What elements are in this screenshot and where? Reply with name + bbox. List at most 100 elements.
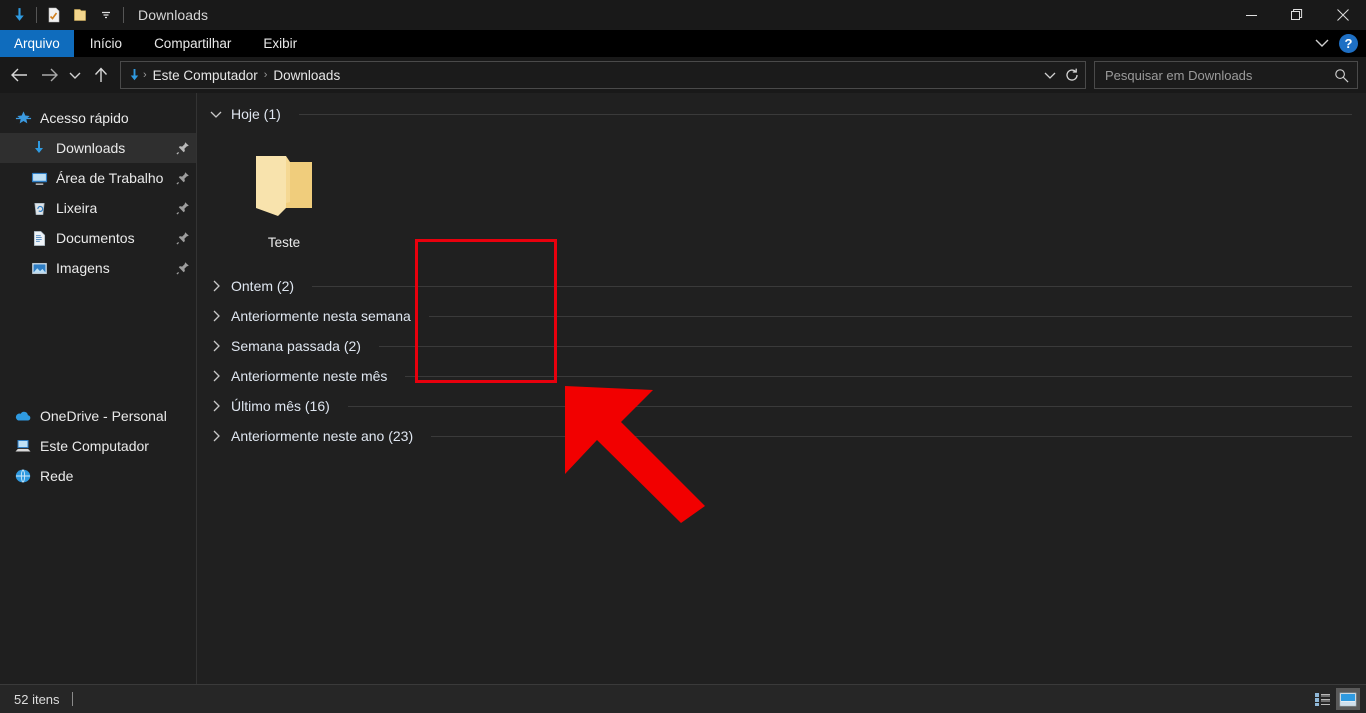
group-title: Semana passada (2) (231, 338, 361, 354)
group-title: Anteriormente neste ano (23) (231, 428, 414, 444)
group-rule (431, 435, 1352, 437)
group-header-ultimo-mes[interactable]: Último mês (16) (197, 391, 1366, 421)
details-view-button[interactable] (1310, 688, 1334, 710)
navigation-pane: Acesso rápido Downloads Área de Trabalho… (0, 93, 196, 684)
sidebar-label-onedrive: OneDrive - Personal (40, 408, 167, 424)
downloads-folder-icon[interactable] (6, 2, 32, 28)
group-header-semana-passada[interactable]: Semana passada (2) (197, 331, 1366, 361)
onedrive-cloud-icon (14, 407, 32, 425)
address-history-chevron-icon[interactable] (1039, 63, 1061, 87)
pin-icon[interactable] (176, 201, 190, 215)
sidebar-item-documentos[interactable]: Documentos (0, 223, 196, 253)
sidebar-label-lixeira: Lixeira (56, 200, 98, 216)
group-title: Último mês (16) (231, 398, 330, 414)
qat-separator-2 (123, 7, 124, 23)
quick-access-toolbar (0, 0, 128, 30)
tab-compartilhar[interactable]: Compartilhar (138, 30, 247, 57)
qat-separator (36, 7, 37, 23)
sidebar-root-items: OneDrive - Personal Este Computador Rede (0, 401, 196, 491)
file-item-teste[interactable]: Teste (215, 133, 353, 271)
item-count-label: 52 itens (14, 691, 60, 707)
search-input[interactable] (1103, 66, 1330, 84)
group-rule (378, 345, 1352, 347)
group-title: Hoje (1) (231, 106, 281, 122)
group-rule (347, 405, 1352, 407)
chevron-right-icon[interactable] (209, 399, 223, 413)
ribbon-tab-bar: Arquivo Início Compartilhar Exibir ? (0, 30, 1366, 57)
pin-icon[interactable] (176, 171, 190, 185)
address-bar-actions (1039, 63, 1083, 87)
sidebar-label-imagens: Imagens (56, 260, 110, 276)
sidebar-item-imagens[interactable]: Imagens (0, 253, 196, 283)
properties-icon[interactable] (41, 2, 67, 28)
group-header-ontem[interactable]: Ontem (2) (197, 271, 1366, 301)
view-mode-buttons (1310, 688, 1360, 710)
sidebar-label-rede: Rede (40, 468, 74, 484)
group-header-anteriormente-neste-ano[interactable]: Anteriormente neste ano (23) (197, 421, 1366, 451)
window-title: Downloads (138, 7, 209, 23)
sidebar-item-rede[interactable]: Rede (0, 461, 196, 491)
breadcrumb-downloads[interactable]: Downloads (268, 68, 345, 83)
refresh-icon[interactable] (1061, 63, 1083, 87)
search-icon[interactable] (1330, 68, 1353, 83)
chevron-down-icon[interactable] (209, 107, 223, 121)
help-icon[interactable]: ? (1339, 34, 1358, 53)
group-title: Anteriormente neste mês (231, 368, 388, 384)
explorer-body: Acesso rápido Downloads Área de Trabalho… (0, 93, 1366, 684)
minimize-button[interactable] (1228, 0, 1274, 30)
tab-inicio[interactable]: Início (74, 30, 138, 57)
chevron-right-icon[interactable] (209, 279, 223, 293)
sidebar-item-lixeira[interactable]: Lixeira (0, 193, 196, 223)
search-box[interactable] (1094, 61, 1358, 89)
large-icons-view-button[interactable] (1336, 688, 1360, 710)
status-separator (71, 692, 73, 706)
close-button[interactable] (1320, 0, 1366, 30)
group-title: Ontem (2) (231, 278, 295, 294)
this-pc-icon (14, 437, 32, 455)
ribbon-right-controls: ? (1315, 30, 1366, 57)
tab-exibir[interactable]: Exibir (247, 30, 313, 57)
status-bar: 52 itens (0, 684, 1366, 713)
group-header-anteriormente-nesta-semana[interactable]: Anteriormente nesta semana (197, 301, 1366, 331)
address-download-icon (127, 68, 142, 83)
documents-icon (30, 229, 48, 247)
customize-qat-chevron-icon[interactable] (93, 2, 119, 28)
back-button[interactable] (4, 60, 34, 90)
address-bar[interactable]: › Este Computador › Downloads (120, 61, 1086, 89)
sidebar-label-area-de-trabalho: Área de Trabalho (56, 170, 164, 186)
pin-icon[interactable] (176, 231, 190, 245)
maximize-button[interactable] (1274, 0, 1320, 30)
forward-button[interactable] (34, 60, 64, 90)
group-rule (298, 113, 1352, 115)
chevron-right-icon[interactable] (209, 369, 223, 383)
sidebar-item-onedrive[interactable]: OneDrive - Personal (0, 401, 196, 431)
sidebar-label-downloads: Downloads (56, 140, 126, 156)
recent-locations-chevron-icon[interactable] (64, 60, 86, 90)
tab-arquivo[interactable]: Arquivo (0, 30, 74, 57)
sidebar-item-acesso-rapido[interactable]: Acesso rápido (0, 103, 196, 133)
expand-ribbon-chevron-icon[interactable] (1315, 35, 1329, 53)
breadcrumb-este-computador[interactable]: Este Computador (148, 68, 263, 83)
file-explorer-window: Downloads Arquivo Início Compartilhar Ex… (0, 0, 1366, 713)
sidebar-item-downloads[interactable]: Downloads (0, 133, 196, 163)
pin-icon[interactable] (176, 141, 190, 155)
sidebar-item-area-de-trabalho[interactable]: Área de Trabalho (0, 163, 196, 193)
sidebar-item-este-computador[interactable]: Este Computador (0, 431, 196, 461)
new-folder-icon[interactable] (67, 2, 93, 28)
chevron-right-icon[interactable] (209, 309, 223, 323)
file-list-view[interactable]: Hoje (1) Teste Ontem (2) Anteriormente n… (197, 93, 1366, 684)
chevron-right-icon[interactable] (209, 429, 223, 443)
desktop-icon (30, 169, 48, 187)
title-bar: Downloads (0, 0, 1366, 30)
window-controls (1228, 0, 1366, 30)
up-button[interactable] (86, 60, 116, 90)
group-header-anteriormente-neste-mes[interactable]: Anteriormente neste mês (197, 361, 1366, 391)
chevron-right-icon[interactable] (209, 339, 223, 353)
group-header-hoje[interactable]: Hoje (1) (197, 99, 1366, 129)
recycle-bin-icon (30, 199, 48, 217)
pictures-icon (30, 259, 48, 277)
network-icon (14, 467, 32, 485)
file-name: Teste (267, 235, 301, 250)
group-rule (312, 285, 1352, 287)
pin-icon[interactable] (176, 261, 190, 275)
